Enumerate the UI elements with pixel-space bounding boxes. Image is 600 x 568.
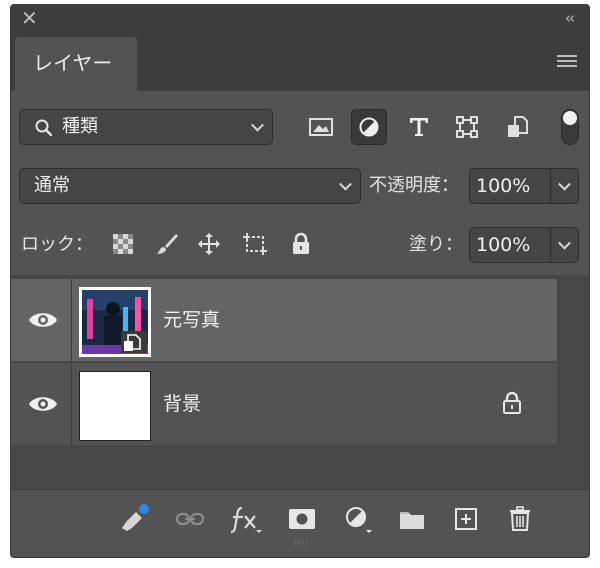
link-layers-icon[interactable] [173, 502, 207, 536]
adjustment-filter-icon[interactable] [351, 109, 387, 145]
panel-menu-icon[interactable] [557, 55, 577, 69]
chevron-down-icon [558, 177, 571, 191]
lock-label: ロック： [21, 234, 93, 255]
visibility-column-divider [71, 363, 72, 445]
lock-transparent-pixels-icon[interactable] [109, 230, 137, 258]
filter-toggle-switch[interactable] [561, 109, 579, 145]
brush-clean-icon[interactable] [117, 502, 151, 536]
layers-list: 元写真 背景 [11, 275, 589, 489]
fill-dropdown-button[interactable] [551, 227, 579, 263]
layer-name[interactable]: 背景 [163, 363, 201, 445]
eye-visibility-icon[interactable] [27, 306, 59, 334]
lock-all-icon[interactable] [287, 230, 315, 258]
fill-input[interactable]: 100% [469, 227, 551, 263]
chevron-down-icon [558, 236, 571, 250]
lock-position-move-icon[interactable] [195, 230, 223, 258]
image-filter-icon[interactable] [303, 109, 339, 145]
new-layer-icon[interactable] [449, 502, 483, 536]
fx-layer-style-icon[interactable] [229, 502, 263, 536]
tab-row: レイヤー [11, 33, 589, 91]
lock-artboard-icon[interactable] [241, 230, 269, 258]
adjustment-layer-icon[interactable] [341, 502, 375, 536]
blend-mode-select[interactable]: 通常 [19, 168, 361, 204]
layers-panel: ✕ ‹‹ レイヤー 種類 通常 不透明度： 100% ロック： 塗り： 100%… [10, 4, 590, 558]
search-icon [35, 119, 53, 137]
blend-mode-label: 通常 [34, 175, 70, 196]
layer-thumbnail[interactable] [79, 287, 151, 357]
layers-footer-toolbar [11, 489, 589, 557]
lock-icon[interactable] [500, 391, 524, 415]
layer-thumbnail[interactable] [79, 371, 151, 441]
lock-image-pixels-brush-icon[interactable] [153, 230, 181, 258]
layer-row[interactable]: 元写真 [11, 279, 557, 361]
new-group-folder-icon[interactable] [395, 502, 429, 536]
close-icon[interactable]: ✕ [21, 8, 38, 28]
chevron-down-icon [251, 118, 264, 132]
type-filter-icon[interactable] [401, 109, 437, 145]
opacity-label: 不透明度： [369, 175, 459, 196]
kind-filter-label: 種類 [62, 116, 98, 137]
toggle-knob [563, 111, 577, 125]
opacity-dropdown-button[interactable] [551, 168, 579, 204]
fill-label: 塗り： [409, 234, 463, 255]
smart-object-filter-icon[interactable] [499, 109, 535, 145]
layer-row[interactable]: 背景 [11, 363, 557, 445]
layer-name[interactable]: 元写真 [163, 279, 220, 361]
trash-delete-icon[interactable] [503, 502, 537, 536]
visibility-column-divider [71, 279, 72, 361]
panel-titlebar: ✕ ‹‹ [11, 5, 589, 33]
resize-grip-icon[interactable] [293, 540, 309, 546]
eye-visibility-icon[interactable] [27, 390, 59, 418]
add-mask-icon[interactable] [285, 502, 319, 536]
tab-layers[interactable]: レイヤー [15, 37, 137, 91]
shape-filter-icon[interactable] [449, 109, 485, 145]
chevron-down-icon [339, 177, 352, 191]
collapse-panel-icon[interactable]: ‹‹ [565, 9, 575, 27]
opacity-input[interactable]: 100% [469, 168, 551, 204]
layer-kind-filter-select[interactable]: 種類 [19, 109, 273, 145]
